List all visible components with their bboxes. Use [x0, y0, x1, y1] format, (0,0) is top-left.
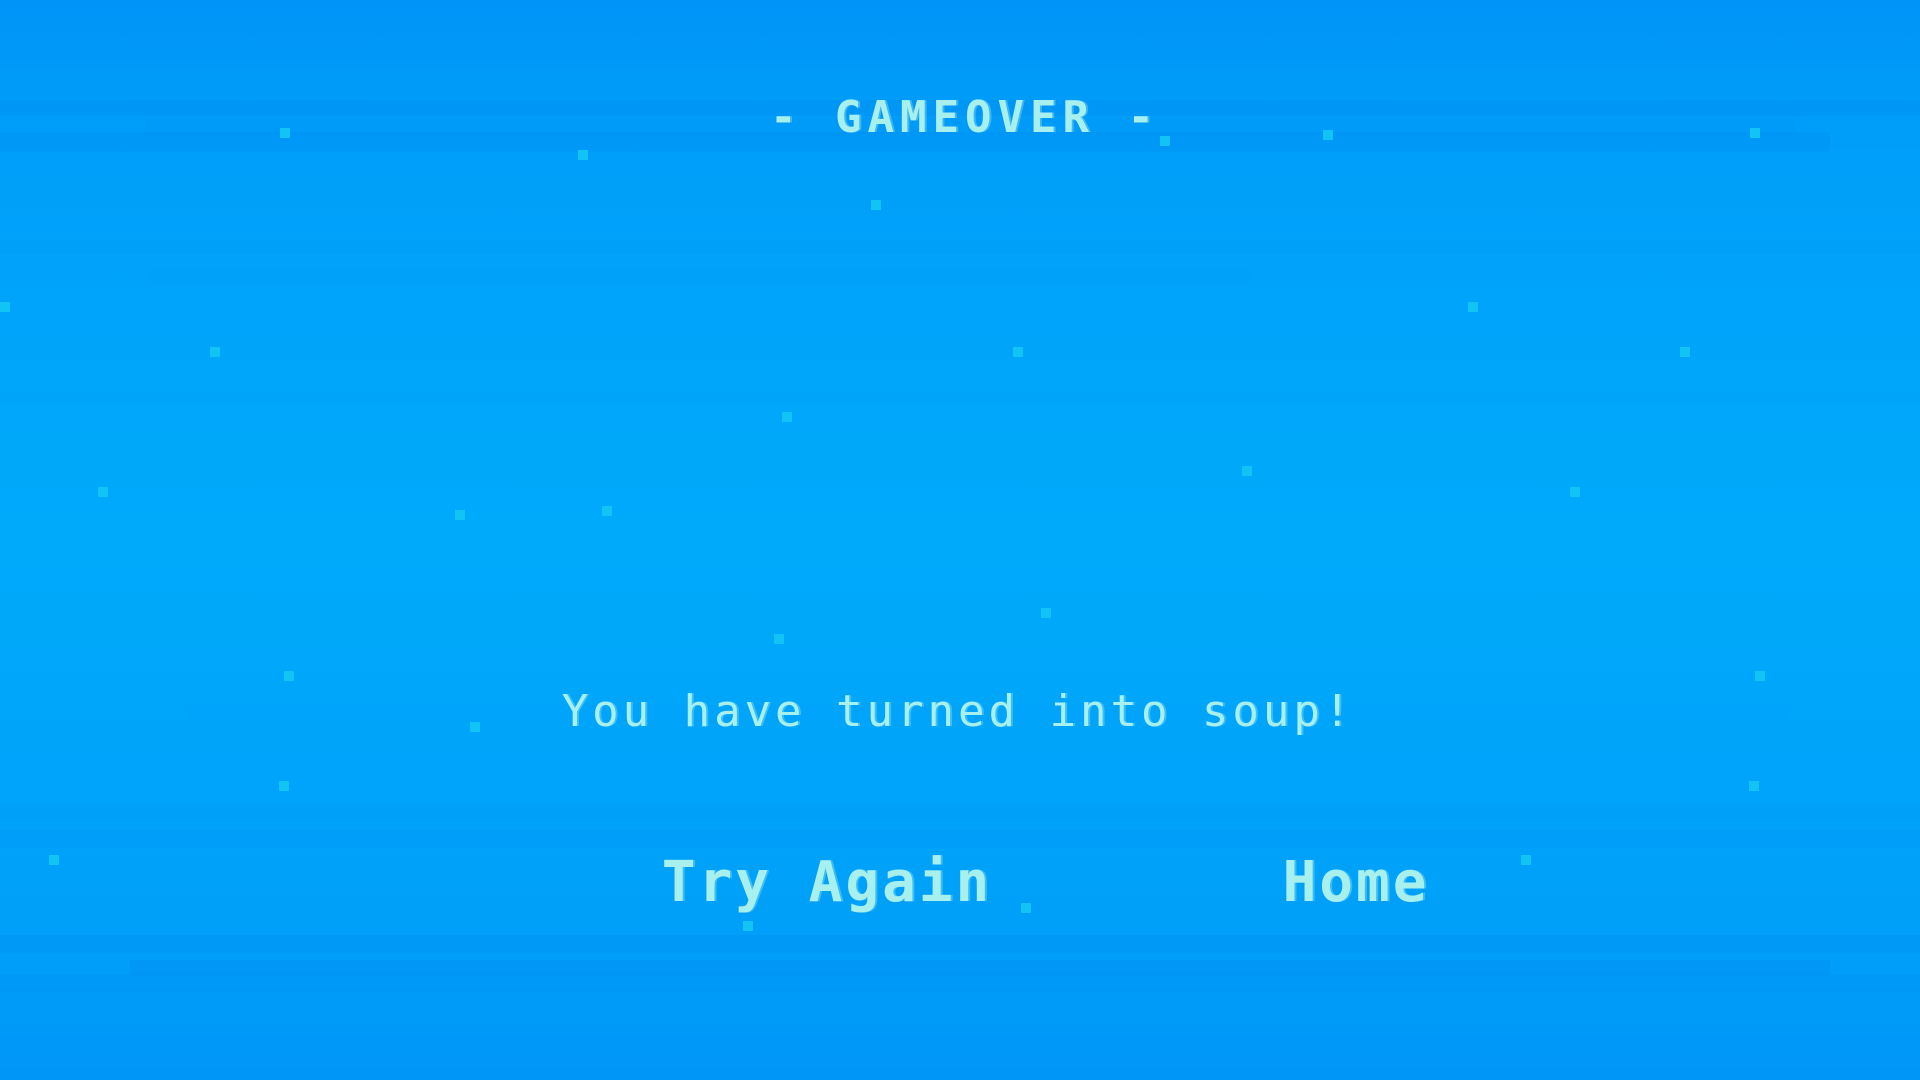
background-speck — [1680, 347, 1690, 357]
background-speck — [49, 855, 59, 865]
background-speck — [1323, 130, 1333, 140]
background-band — [0, 392, 1920, 406]
background-band — [130, 960, 1830, 976]
background-speck — [279, 781, 289, 791]
background-speck — [470, 722, 480, 732]
background-band — [150, 270, 1250, 284]
background-speck — [455, 510, 465, 520]
background-speck — [1468, 302, 1478, 312]
background-speck — [1160, 136, 1170, 146]
game-over-message: You have turned into soup! — [561, 686, 1355, 737]
background-band — [0, 935, 1920, 953]
background-band — [200, 360, 900, 378]
background-speck — [98, 487, 108, 497]
background-speck — [774, 634, 784, 644]
background-speck — [1013, 347, 1023, 357]
background-speck — [1041, 608, 1051, 618]
background-speck — [1570, 487, 1580, 497]
background-speck — [210, 347, 220, 357]
background-band — [0, 240, 1920, 254]
background-speck — [782, 412, 792, 422]
background-speck — [0, 302, 10, 312]
background-speck — [1755, 671, 1765, 681]
background-speck — [280, 128, 290, 138]
background-band — [0, 830, 1920, 848]
game-over-title: - GAMEOVER - — [770, 92, 1160, 143]
game-over-screen: - GAMEOVER - You have turned into soup! … — [0, 0, 1920, 1080]
background-speck — [1242, 466, 1252, 476]
try-again-button[interactable]: Try Again — [662, 850, 992, 915]
background-speck — [1021, 903, 1031, 913]
background-speck — [871, 200, 881, 210]
home-button[interactable]: Home — [1283, 850, 1430, 915]
background-speck — [743, 921, 753, 931]
background-speck — [1749, 781, 1759, 791]
background-band — [0, 805, 1920, 821]
background-speck — [1750, 128, 1760, 138]
background-speck — [284, 671, 294, 681]
background-speck — [578, 150, 588, 160]
background-speck — [602, 506, 612, 516]
background-speck — [1521, 855, 1531, 865]
background-band — [0, 975, 1920, 995]
